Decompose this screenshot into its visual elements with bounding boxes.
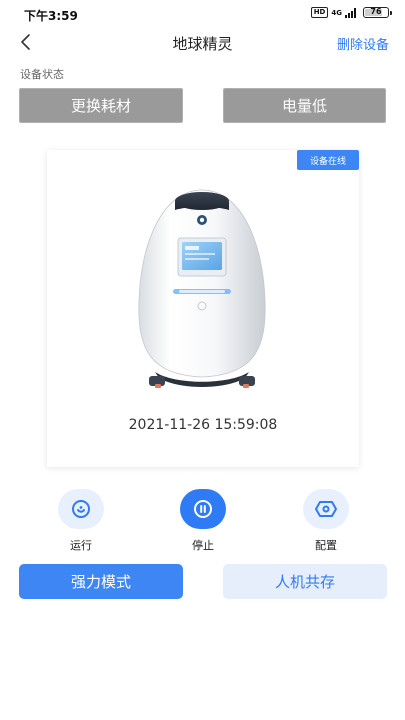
hd-icon: HD bbox=[310, 7, 329, 18]
stop-button[interactable]: 停止 bbox=[173, 489, 233, 553]
device-status-label: 设备状态 bbox=[20, 68, 64, 81]
device-timestamp: 2021-11-26 15:59:08 bbox=[128, 417, 278, 433]
target-icon bbox=[72, 500, 90, 518]
stop-circle bbox=[180, 489, 226, 529]
device-card: 设备在线 2021-11-26 15:59:08 bbox=[47, 150, 359, 467]
hexagon-config-icon bbox=[315, 501, 337, 517]
signal-icon bbox=[345, 7, 356, 18]
battery-percent: 76 bbox=[370, 7, 382, 16]
run-circle bbox=[58, 489, 104, 529]
coexist-mode-button[interactable]: 人机共存 bbox=[223, 564, 387, 599]
replace-consumables-indicator: 更换耗材 bbox=[19, 88, 183, 123]
battery-icon: 76 bbox=[363, 7, 392, 18]
status-time: 下午3:59 bbox=[24, 9, 78, 23]
strong-mode-button[interactable]: 强力模式 bbox=[19, 564, 183, 599]
config-circle bbox=[303, 489, 349, 529]
robot-purifier-image bbox=[138, 189, 266, 388]
config-label: 配置 bbox=[315, 539, 337, 552]
status-bar: 下午3:59 HD 4G 76 bbox=[0, 0, 405, 28]
low-battery-indicator: 电量低 bbox=[223, 88, 386, 123]
pause-icon bbox=[194, 500, 212, 518]
delete-device-button[interactable]: 删除设备 bbox=[337, 34, 389, 53]
online-status-badge: 设备在线 bbox=[297, 150, 359, 170]
header: 地球精灵 删除设备 bbox=[0, 28, 405, 58]
network-type: 4G bbox=[331, 8, 342, 17]
stop-label: 停止 bbox=[192, 539, 214, 552]
run-label: 运行 bbox=[70, 539, 92, 552]
status-indicators: HD 4G 76 bbox=[310, 7, 392, 18]
config-button[interactable]: 配置 bbox=[296, 489, 356, 553]
run-button[interactable]: 运行 bbox=[51, 489, 111, 553]
